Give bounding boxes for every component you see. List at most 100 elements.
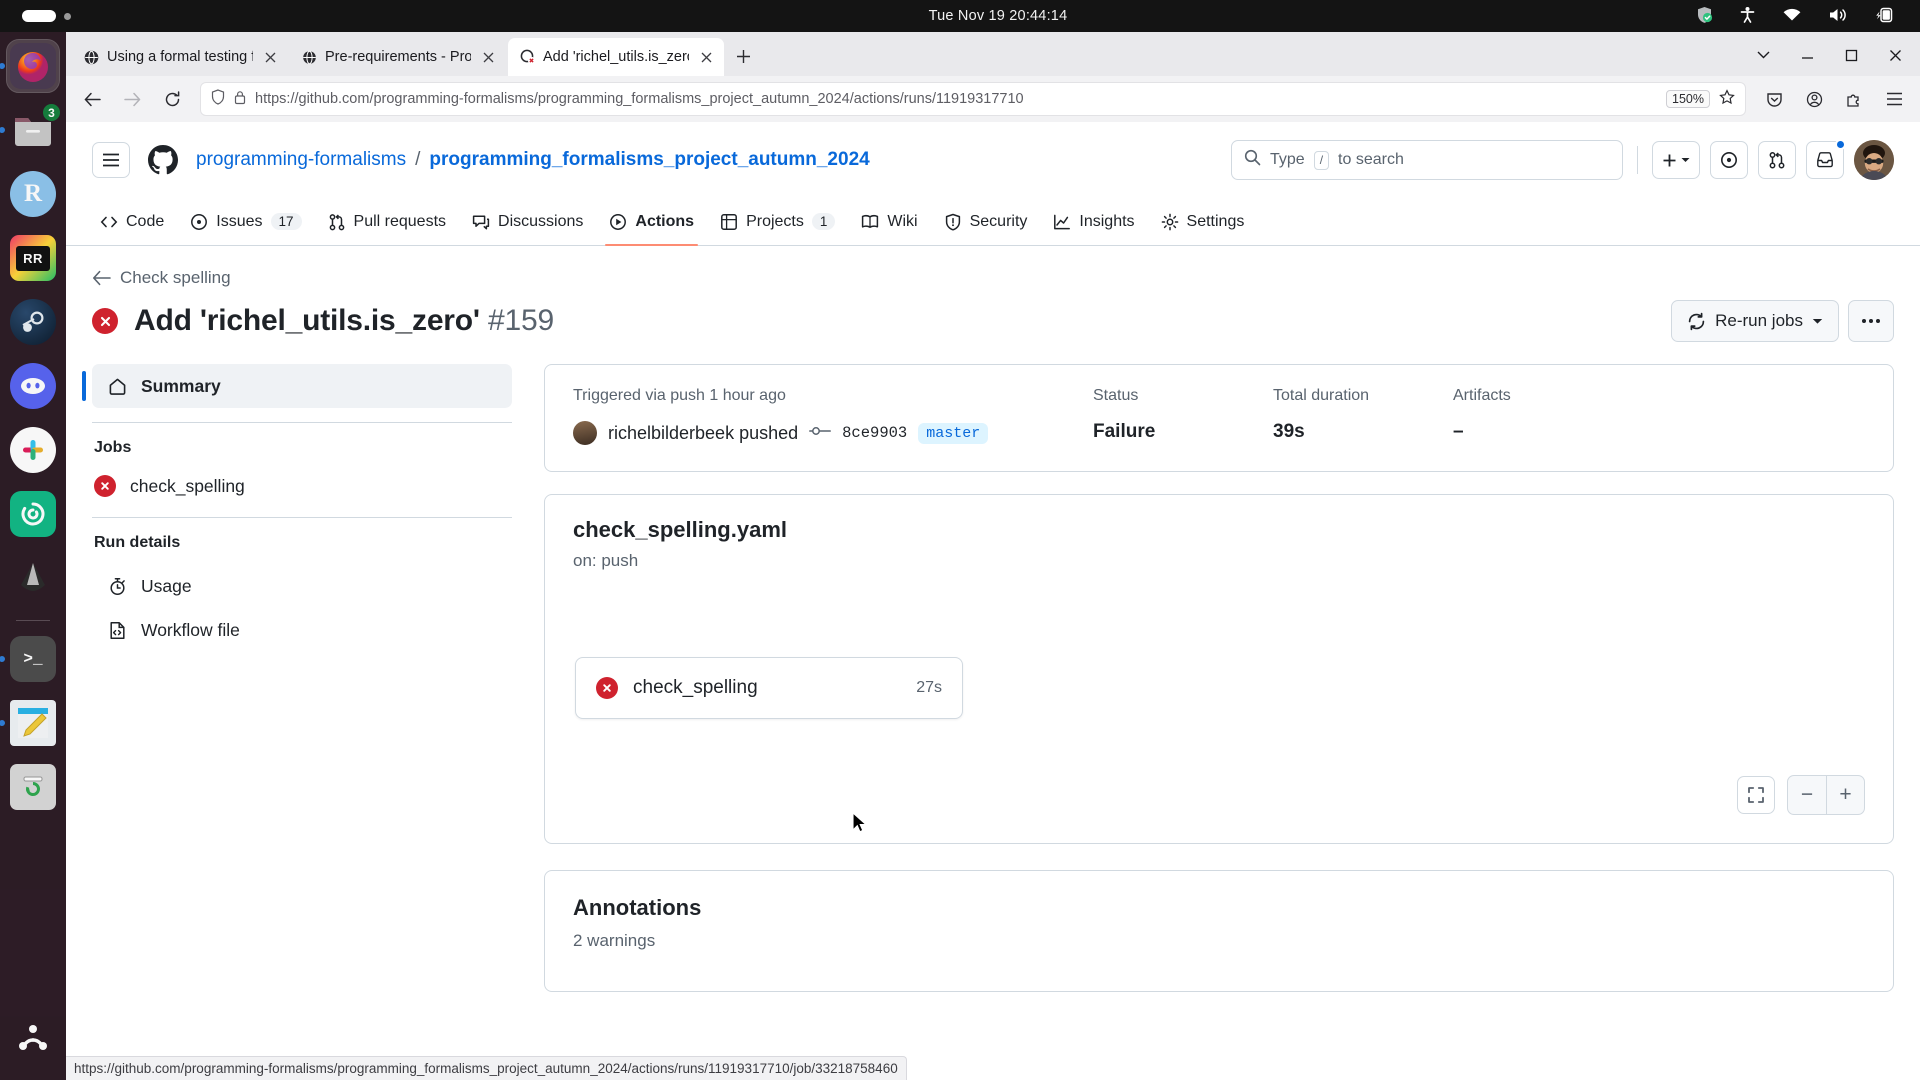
code-icon (100, 213, 118, 231)
save-to-pocket-button[interactable] (1756, 82, 1792, 116)
close-window-button[interactable] (1876, 38, 1914, 72)
extensions-button[interactable] (1836, 82, 1872, 116)
account-button[interactable] (1796, 82, 1832, 116)
clock-area[interactable]: Tue Nov 19 20:44:14 (300, 8, 1696, 24)
dock-item-trash[interactable] (7, 761, 59, 813)
back-button[interactable] (74, 82, 110, 116)
push-info: richelbilderbeek pushed 8ce9903 master (573, 421, 1093, 445)
run-summary-card: Triggered via push 1 hour ago richelbild… (544, 364, 1894, 472)
dock-item-discord[interactable] (7, 360, 59, 412)
repo-tab-actions[interactable]: Actions (597, 198, 706, 246)
repo-tab-projects[interactable]: Projects 1 (708, 198, 847, 246)
page-title: Add 'richel_utils.is_zero' #159 (134, 304, 554, 338)
dock-item-text-editor[interactable] (7, 697, 59, 749)
app-menu-button[interactable] (1876, 82, 1912, 116)
header-divider (1637, 146, 1638, 174)
commit-icon (809, 423, 831, 444)
sidebar-job-check-spelling[interactable]: check_spelling (92, 469, 512, 503)
dock-item-files[interactable]: 3 (7, 104, 59, 156)
rerun-jobs-button[interactable]: Re-run jobs (1671, 300, 1839, 342)
repo-tab-insights[interactable]: Insights (1041, 198, 1146, 246)
zoom-level-indicator[interactable]: 150% (1666, 90, 1710, 108)
search-input[interactable]: Type / to search (1231, 140, 1623, 180)
repository-nav: Code Issues 17 Pull requests Discussions… (66, 198, 1920, 246)
dock-item-rustrover[interactable]: RR (7, 232, 59, 284)
repo-tab-discussions[interactable]: Discussions (460, 198, 595, 246)
browser-tab-2[interactable]: Pre-requirements - Progr (290, 38, 506, 76)
text-editor-icon (10, 700, 56, 746)
repo-tab-code[interactable]: Code (88, 198, 176, 246)
annotations-card: Annotations 2 warnings (544, 870, 1894, 992)
dock-item-firefox[interactable] (7, 40, 59, 92)
close-icon[interactable] (696, 47, 716, 67)
run-sidebar: Summary Jobs check_spelling Run details … (92, 364, 512, 992)
back-to-workflow-link[interactable]: Check spelling (92, 268, 1894, 288)
sidebar-item-workflow-file[interactable]: Workflow file (92, 608, 512, 652)
zoom-in-button[interactable]: + (1826, 776, 1864, 814)
close-icon[interactable] (260, 47, 280, 67)
more-options-button[interactable] (1848, 300, 1894, 342)
browser-tab-1[interactable]: Using a formal testing fra (72, 38, 288, 76)
bookmark-star-icon[interactable] (1719, 89, 1735, 109)
new-tab-button[interactable] (726, 39, 760, 73)
zoom-out-button[interactable]: − (1788, 776, 1826, 814)
run-title-text: Add 'richel_utils.is_zero' (134, 304, 480, 337)
actor-avatar[interactable] (573, 421, 597, 445)
shield-tracking-icon[interactable] (211, 89, 225, 109)
pull-requests-button[interactable] (1758, 141, 1796, 179)
workflow-job-node[interactable]: check_spelling 27s (575, 657, 963, 719)
desktop-dock: 3 R RR (0, 32, 66, 1080)
dock-item-inkscape[interactable] (7, 552, 59, 604)
forward-button[interactable] (114, 82, 150, 116)
breadcrumb-repo[interactable]: programming_formalisms_project_autumn_20… (429, 149, 869, 171)
avatar[interactable] (1854, 140, 1894, 180)
lock-icon[interactable] (234, 90, 246, 109)
sidebar-item-usage[interactable]: Usage (92, 564, 512, 608)
header-actions: Type / to search (1231, 140, 1894, 180)
github-logo-icon[interactable] (144, 141, 182, 179)
book-icon (861, 213, 879, 231)
breadcrumb-owner[interactable]: programming-formalisms (196, 149, 406, 171)
actor-label[interactable]: richelbilderbeek pushed (608, 423, 798, 444)
global-nav-menu-button[interactable] (92, 142, 130, 178)
kebab-horizontal-icon (1861, 318, 1881, 324)
browser-tab-3-active[interactable]: Add 'richel_utils.is_zero' (508, 38, 724, 76)
dock-item-terminal[interactable]: >_ (7, 633, 59, 685)
list-all-tabs-button[interactable] (1744, 38, 1782, 72)
tab-strip: Using a formal testing fra Pre-requireme… (66, 32, 1920, 76)
commit-sha[interactable]: 8ce9903 (842, 424, 907, 442)
fullscreen-button[interactable] (1737, 776, 1775, 814)
failed-run-icon (519, 49, 536, 66)
show-applications-button[interactable] (7, 1014, 59, 1066)
repo-tab-issues[interactable]: Issues 17 (178, 198, 313, 246)
sidebar-item-summary[interactable]: Summary (92, 364, 512, 408)
graph-icon (1053, 213, 1071, 231)
notifications-inbox-button[interactable] (1806, 141, 1844, 179)
firefox-icon (10, 43, 56, 89)
trigger-label: Triggered via push 1 hour ago (573, 387, 1093, 405)
repo-tab-security[interactable]: Security (932, 198, 1040, 246)
dock-item-steam[interactable] (7, 296, 59, 348)
sidebar-heading-jobs: Jobs (92, 439, 512, 469)
reload-button[interactable] (154, 82, 190, 116)
breadcrumb: programming-formalisms / programming_for… (196, 149, 870, 171)
minimize-button[interactable] (1788, 38, 1826, 72)
repo-tab-wiki[interactable]: Wiki (849, 198, 929, 246)
repo-tab-pull-requests[interactable]: Pull requests (316, 198, 459, 246)
dock-item-slack[interactable] (7, 424, 59, 476)
repo-tab-label: Insights (1079, 213, 1134, 231)
create-new-button[interactable] (1652, 141, 1700, 179)
maximize-button[interactable] (1832, 38, 1870, 72)
issues-button[interactable] (1710, 141, 1748, 179)
tab-title: Pre-requirements - Progr (325, 49, 471, 65)
dock-item-rstudio[interactable]: R (7, 168, 59, 220)
activities-button[interactable] (0, 10, 300, 22)
url-bar[interactable]: https://github.com/programming-formalism… (200, 82, 1746, 116)
close-icon[interactable] (478, 47, 498, 67)
system-tray[interactable] (1696, 6, 1920, 27)
dock-item-teal-app[interactable] (7, 488, 59, 540)
clock-label: Tue Nov 19 20:44:14 (929, 8, 1068, 24)
battery-charging-icon (1874, 6, 1894, 27)
repo-tab-settings[interactable]: Settings (1149, 198, 1257, 246)
branch-badge[interactable]: master (918, 423, 988, 444)
